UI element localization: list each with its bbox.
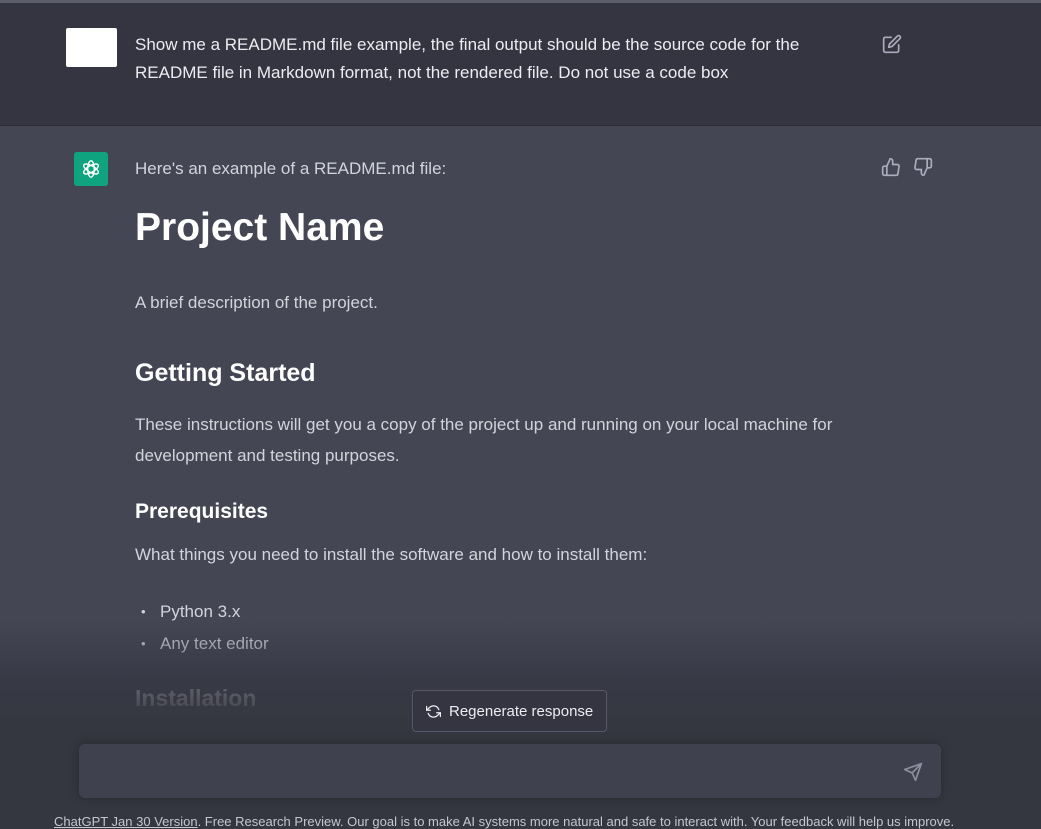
user-message-row: Show me a README.md file example, the fi… [0,3,1041,126]
list-item: • Any text editor [141,634,269,653]
version-link[interactable]: ChatGPT Jan 30 Version [54,814,198,829]
message-input-container [79,744,941,798]
chat-page: Show me a README.md file example, the fi… [0,0,1041,829]
prerequisites-text: What things you need to install the soft… [135,545,648,564]
getting-started-text: These instructions will get you a copy o… [135,415,833,465]
regenerate-response-button[interactable]: Regenerate response [412,690,607,732]
send-icon[interactable] [903,762,923,782]
assistant-intro-text: Here's an example of a README.md file: [135,159,447,178]
prerequisites-heading: Prerequisites [135,500,269,523]
footer-disclaimer: ChatGPT Jan 30 Version. Free Research Pr… [54,814,1014,829]
user-message-text: Show me a README.md file example, the fi… [135,35,800,82]
regenerate-label: Regenerate response [449,702,594,720]
list-item-text: Any text editor [160,634,269,653]
thumbs-up-icon[interactable] [881,157,901,177]
edit-icon[interactable] [882,34,902,54]
list-item: • Python 3.x [141,602,241,621]
message-input[interactable] [95,756,879,788]
refresh-icon [426,704,441,718]
footer-text: . Free Research Preview. Our goal is to … [197,814,955,829]
assistant-avatar [74,152,108,186]
list-item-text: Python 3.x [160,602,241,621]
prerequisites-list: • Python 3.x • Any text editor [135,596,269,660]
readme-description: A brief description of the project. [135,293,378,312]
getting-started-heading: Getting Started [135,359,316,387]
installation-heading: Installation [135,685,257,711]
readme-title: Project Name [135,206,385,249]
thumbs-down-icon[interactable] [913,157,933,177]
openai-logo-icon [83,160,99,178]
user-avatar [66,28,117,67]
